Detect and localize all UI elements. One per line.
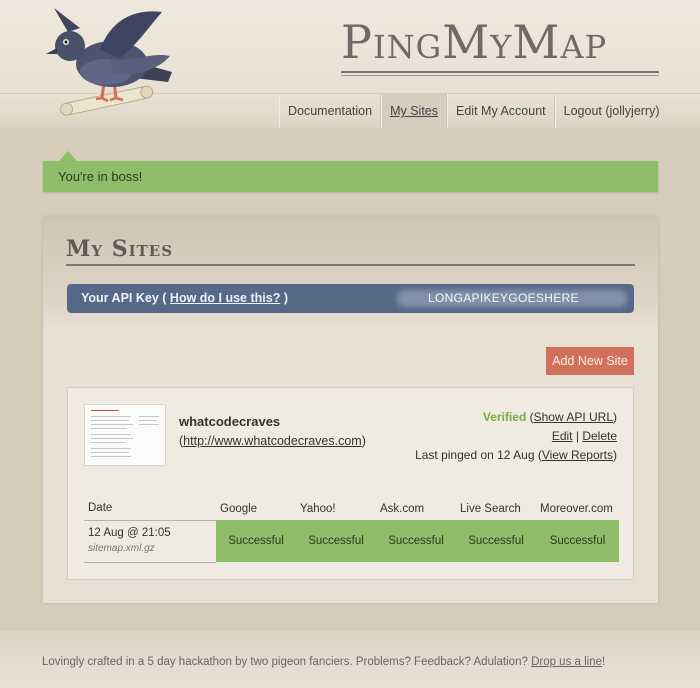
footer-text: Lovingly crafted in a 5 day hackathon by… [42, 656, 605, 668]
site-meta: Verified (Show API URL) Edit | Delete La… [415, 408, 617, 465]
thumbnail-line [91, 420, 129, 421]
show-api-url-close: ) [613, 410, 617, 424]
status-ask: Successful [376, 520, 456, 562]
thumbnail-line [91, 448, 131, 449]
api-key-label: Your API Key ( How do I use this? ) [81, 284, 288, 313]
site-footer: Lovingly crafted in a 5 day hackathon by… [0, 629, 700, 688]
api-key-label-close: ) [283, 291, 288, 305]
delete-site-link[interactable]: Delete [582, 429, 617, 443]
nav-documentation[interactable]: Documentation [279, 94, 382, 128]
verified-row: Verified (Show API URL) [415, 408, 617, 427]
flash-message: You're in boss! [43, 161, 658, 192]
logo-underline-thin [341, 75, 659, 76]
thumbnail-line [91, 438, 133, 439]
footer-suffix: ! [602, 656, 606, 668]
add-new-site-button[interactable]: Add New Site [546, 347, 634, 375]
site-url-link[interactable]: http://www.whatcodecraves.com [183, 434, 362, 448]
thumbnail-line [91, 434, 131, 435]
main-nav: Documentation My Sites Edit My Account L… [279, 94, 668, 128]
api-key-help-link[interactable]: How do I use this? [170, 291, 280, 305]
ping-results-table: Date Google Yahoo! Ask.com Live Search M… [84, 497, 619, 563]
column-header-live-search: Live Search [460, 502, 521, 515]
site-name: whatcodecraves [179, 414, 281, 429]
nav-logout[interactable]: Logout (jollyjerry) [554, 94, 668, 128]
last-pinged-row: Last pinged on 12 Aug (View Reports) [415, 446, 617, 465]
api-key-label-text: Your API Key ( [81, 291, 167, 305]
thumbnail-line [139, 424, 159, 425]
thumbnail-line [91, 416, 131, 417]
last-pinged-close: ) [613, 448, 617, 462]
pigeon-logo-icon[interactable] [40, 2, 180, 120]
thumbnail-line [139, 416, 159, 417]
thumbnail-line [91, 456, 131, 457]
ping-sitemap-file: sitemap.xml.gz [88, 543, 155, 554]
site-thumbnail[interactable] [84, 404, 166, 466]
column-header-yahoo: Yahoo! [300, 502, 336, 515]
status-yahoo: Successful [296, 520, 376, 562]
thumbnail-line [91, 452, 129, 453]
ping-date: 12 Aug @ 21:05 [88, 527, 171, 539]
thumbnail-line [91, 424, 133, 425]
status-moreover: Successful [536, 520, 619, 562]
action-separator: | [575, 429, 579, 443]
status-google: Successful [216, 520, 296, 562]
status-live-search: Successful [456, 520, 536, 562]
drop-us-a-line-link[interactable]: Drop us a line [531, 656, 602, 668]
site-url-close: ) [361, 434, 366, 448]
column-header-date: Date [88, 502, 113, 515]
thumbnail-line [91, 442, 125, 443]
page-title: My Sites [66, 236, 174, 262]
flash-pointer [59, 151, 77, 161]
flash-text: You're in boss! [58, 169, 143, 184]
show-api-url-link[interactable]: Show API URL [534, 410, 613, 424]
table-row: 12 Aug @ 21:05 sitemap.xml.gz Successful… [84, 519, 619, 563]
verified-badge: Verified [482, 410, 527, 424]
footer-message: Lovingly crafted in a 5 day hackathon by… [42, 656, 528, 668]
site-header: PingMyMap Documentation My Sites Edit My… [0, 0, 700, 128]
site-card: whatcodecraves (http://www.whatcodecrave… [67, 387, 634, 580]
nav-edit-my-account[interactable]: Edit My Account [447, 94, 555, 128]
thumbnail-header-line [91, 410, 119, 411]
column-header-ask: Ask.com [380, 502, 425, 515]
thumbnail-line [91, 428, 127, 429]
site-logo[interactable]: PingMyMap [341, 17, 659, 77]
thumbnail-line [139, 420, 157, 421]
logo-wordmark: PingMyMap [341, 15, 608, 69]
ping-table-header-row: Date Google Yahoo! Ask.com Live Search M… [84, 497, 619, 520]
column-header-moreover: Moreover.com [540, 502, 613, 515]
site-url: (http://www.whatcodecraves.com) [179, 434, 366, 448]
my-sites-panel: My Sites Your API Key ( How do I use thi… [43, 217, 658, 603]
api-key-bar: Your API Key ( How do I use this? ) LONG… [67, 284, 634, 313]
logo-underline [341, 71, 659, 73]
view-reports-link[interactable]: View Reports [542, 448, 613, 462]
ping-date-cell: 12 Aug @ 21:05 sitemap.xml.gz [84, 519, 216, 563]
nav-my-sites[interactable]: My Sites [381, 94, 448, 128]
last-pinged-text: Last pinged on 12 Aug ( [415, 448, 542, 462]
site-actions: Edit | Delete [415, 427, 617, 446]
api-key-value[interactable]: LONGAPIKEYGOESHERE [428, 284, 579, 313]
column-header-google: Google [220, 502, 258, 515]
edit-site-link[interactable]: Edit [552, 429, 573, 443]
title-divider [66, 264, 635, 266]
